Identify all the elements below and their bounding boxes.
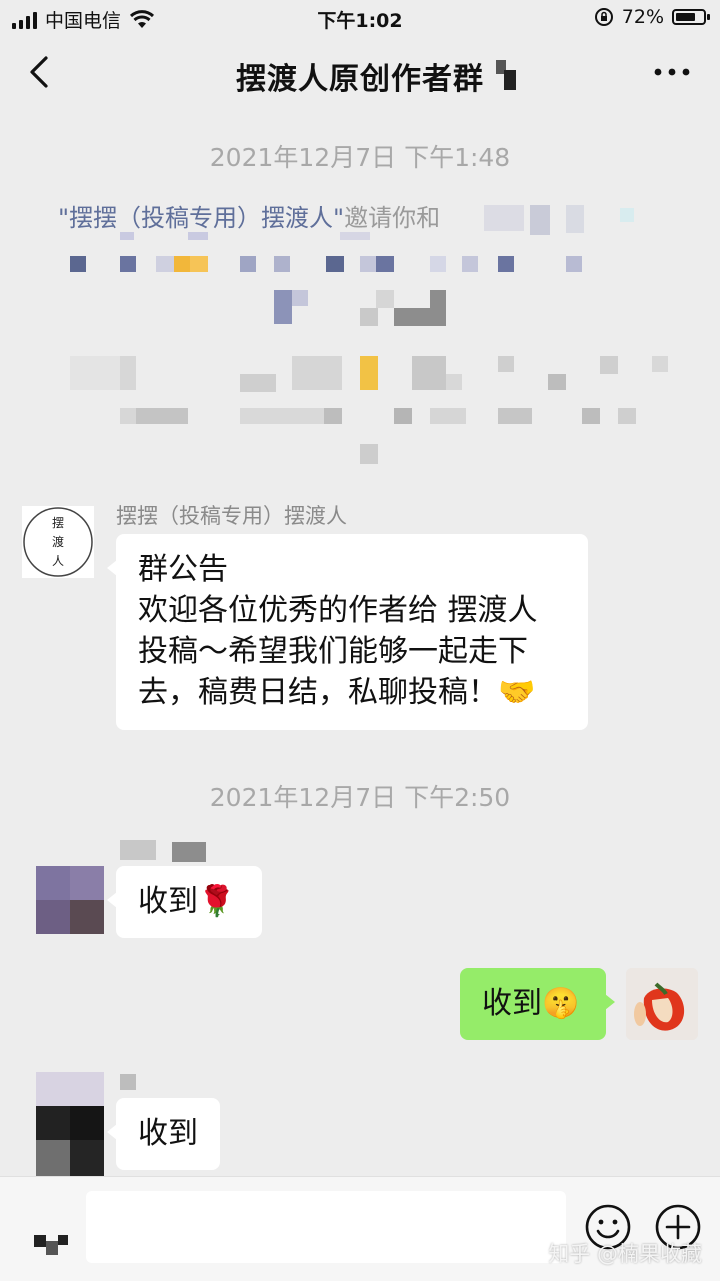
message-input[interactable] bbox=[86, 1191, 566, 1263]
inviter-link[interactable]: "摆摆（投稿专用）摆渡人" bbox=[58, 204, 344, 232]
sender-name-mosaic bbox=[172, 842, 206, 862]
title-mosaic bbox=[504, 70, 516, 90]
avatar[interactable]: 摆 渡 人 bbox=[22, 506, 94, 578]
svg-text:人: 人 bbox=[52, 554, 64, 568]
watermark: 知乎 @楠果收藏 bbox=[548, 1242, 702, 1266]
battery-icon bbox=[672, 9, 710, 25]
status-bar: 中国电信 下午1:02 72% bbox=[0, 0, 720, 36]
battery-percent: 72% bbox=[621, 6, 664, 28]
avatar-logo: 摆 渡 人 bbox=[23, 507, 93, 577]
my-message-bubble[interactable]: 收到🤫 bbox=[460, 968, 615, 1040]
avatar[interactable] bbox=[36, 1072, 104, 1176]
avatar[interactable] bbox=[36, 866, 104, 934]
sender-name: 摆摆（投稿专用）摆渡人 bbox=[116, 504, 347, 528]
announcement-line: 去，稿费日结，私聊投稿！🤝 bbox=[138, 675, 536, 710]
announcement-bubble[interactable]: 群公告 欢迎各位优秀的作者给 摆渡人 投稿～希望我们能够一起走下 去，稿费日结，… bbox=[107, 534, 588, 730]
chat-header: 摆渡人原创作者群 bbox=[0, 36, 720, 110]
system-message: "摆摆（投稿专用）摆渡人"邀请你和 bbox=[58, 198, 660, 233]
status-right: 72% bbox=[594, 6, 710, 28]
message-text: 收到🌹 bbox=[138, 884, 236, 919]
message-text: 收到 bbox=[138, 1116, 198, 1151]
battery-fill bbox=[676, 13, 695, 21]
announcement-line: 群公告 bbox=[138, 552, 228, 587]
sender-name-mosaic bbox=[120, 840, 156, 860]
timestamp: 2021年12月7日 下午2:50 bbox=[209, 783, 511, 812]
system-message-text: 邀请你和 bbox=[344, 204, 441, 232]
my-avatar[interactable] bbox=[626, 968, 698, 1040]
svg-text:摆: 摆 bbox=[52, 516, 64, 530]
voice-toggle-icon[interactable] bbox=[34, 1235, 68, 1255]
sender-name-mosaic bbox=[120, 1074, 136, 1090]
announcement-line: 欢迎各位优秀的作者给 摆渡人 bbox=[138, 593, 538, 628]
announcement-line: 投稿～希望我们能够一起走下 bbox=[138, 634, 528, 669]
svg-text:渡: 渡 bbox=[52, 534, 64, 549]
more-dots-icon[interactable] bbox=[650, 58, 694, 86]
pepper-image bbox=[626, 968, 698, 1040]
message-text: 收到🤫 bbox=[482, 986, 580, 1021]
chat-title[interactable]: 摆渡人原创作者群 bbox=[0, 54, 720, 98]
message-bubble[interactable]: 收到🌹 bbox=[107, 866, 262, 938]
rotation-lock-icon bbox=[594, 8, 613, 26]
timestamp: 2021年12月7日 下午1:48 bbox=[209, 143, 511, 172]
message-bubble[interactable]: 收到 bbox=[107, 1098, 220, 1170]
